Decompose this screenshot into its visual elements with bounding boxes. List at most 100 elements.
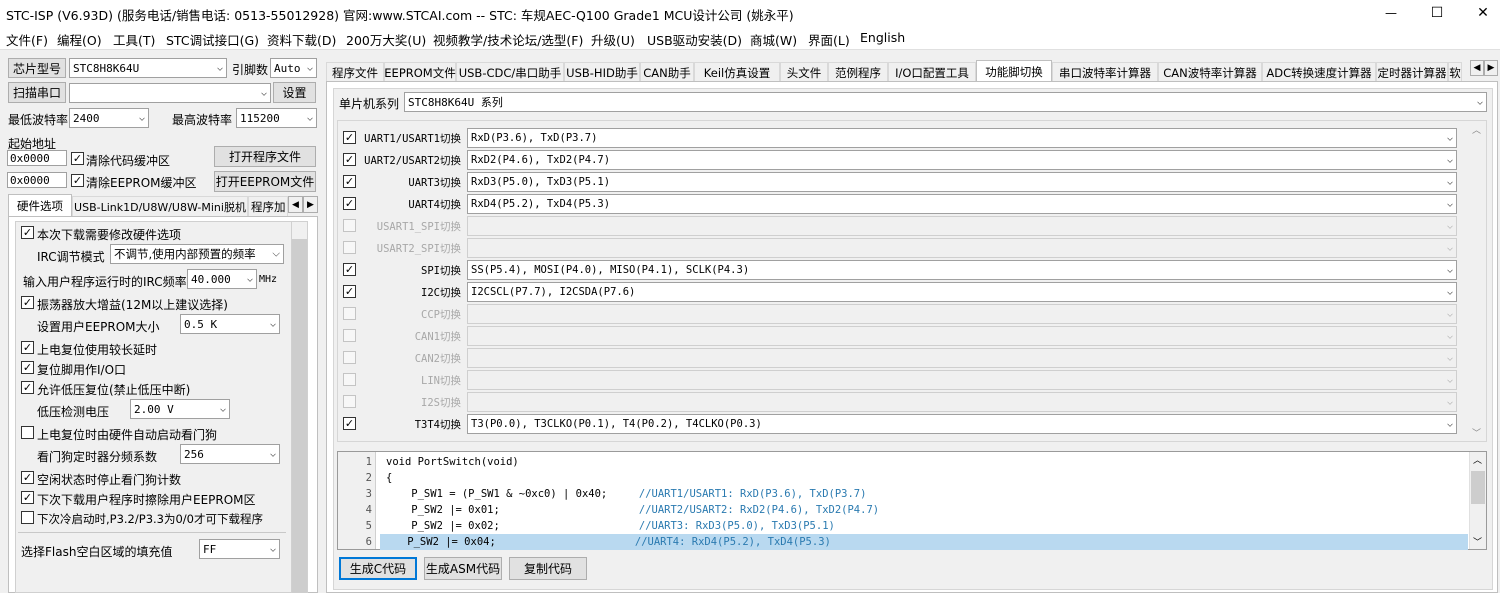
menu-upgrade[interactable]: 升级(U) — [591, 30, 635, 49]
tab-io-config[interactable]: I/O口配置工具 — [888, 62, 976, 81]
chevron-down-icon: ⌵ — [1446, 352, 1453, 364]
menu-file[interactable]: 文件(F) — [6, 30, 48, 49]
tab-program-file[interactable]: 程序文件 — [326, 62, 384, 81]
open-eeprom-button[interactable]: 打开EEPROM文件 — [214, 171, 316, 192]
modify-hw-checkbox[interactable]: ✓ — [21, 226, 34, 239]
wdt-div-select[interactable]: 256 ⌵ — [180, 444, 280, 464]
tab-usb-link[interactable]: USB-Link1D/U8W/U8W-Mini脱机 — [72, 196, 248, 216]
lvd-select[interactable]: 2.00 V ⌵ — [130, 399, 230, 419]
min-baud-select[interactable]: 2400 ⌵ — [69, 108, 149, 128]
scroll-down-icon[interactable]: ﹀ — [1472, 426, 1481, 439]
tab-keil-sim[interactable]: Keil仿真设置 — [694, 62, 780, 81]
tab-scroll-left-icon[interactable]: ◀ — [1470, 60, 1484, 76]
menu-usb-driver[interactable]: USB驱动安装(D) — [647, 30, 742, 49]
eeprom-address-input[interactable]: 0x0000 — [7, 172, 67, 188]
switch-select: ⌵ — [467, 370, 1457, 390]
code-line: 3 P_SW1 = (P_SW1 & ~0xc0) | 0x40; //UART… — [338, 486, 1472, 502]
tab-scroll-right-icon[interactable]: ▶ — [1484, 60, 1498, 76]
chevron-down-icon: ⌵ — [1446, 220, 1453, 232]
tab-scroll-right-icon[interactable]: ▶ — [303, 196, 318, 213]
scan-port-button[interactable]: 扫描串口 — [8, 82, 66, 103]
minimize-button[interactable]: — — [1368, 0, 1414, 26]
tab-can-helper[interactable]: CAN助手 — [640, 62, 694, 81]
switch-select[interactable]: RxD3(P5.0), TxD3(P5.1) ⌵ — [467, 172, 1457, 192]
idle-wdt-checkbox[interactable]: ✓ — [21, 471, 34, 484]
tab-usb-cdc[interactable]: USB-CDC/串口助手 — [456, 62, 564, 81]
menu-program[interactable]: 编程(O) — [57, 30, 102, 49]
switch-select[interactable]: RxD(P3.6), TxD(P3.7) ⌵ — [467, 128, 1457, 148]
osc-gain-checkbox[interactable]: ✓ — [21, 296, 34, 309]
left-tab-strip: 硬件选项 USB-Link1D/U8W/U8W-Mini脱机 程序加 ◀ ▶ — [8, 194, 318, 216]
eeprom-size-value: 0.5 K — [184, 317, 218, 331]
switch-select[interactable]: SS(P5.4), MOSI(P4.0), MISO(P4.1), SCLK(P… — [467, 260, 1457, 280]
switch-value: RxD(P3.6), TxD(P3.7) — [471, 132, 598, 144]
pins-select[interactable]: Auto ⌵ — [270, 58, 317, 78]
tab-adc-calc[interactable]: ADC转换速度计算器 — [1262, 62, 1376, 81]
maximize-button[interactable]: ☐ — [1414, 0, 1460, 26]
generate-asm-button[interactable]: 生成ASM代码 — [424, 557, 502, 580]
scroll-up-icon[interactable]: ︿ — [1472, 123, 1481, 136]
tab-program-add[interactable]: 程序加 — [248, 196, 288, 216]
switch-label: UART2/USART2切换 — [364, 155, 461, 167]
open-program-button[interactable]: 打开程序文件 — [214, 146, 316, 167]
code-scrollbar-thumb[interactable] — [1471, 471, 1485, 504]
erase-eeprom-checkbox[interactable]: ✓ — [21, 491, 34, 504]
menu-prize[interactable]: 200万大奖(U) — [346, 30, 426, 49]
irc-mode-select[interactable]: 不调节,使用内部预置的频率 ⌵ — [110, 244, 284, 264]
hardware-scrollbar-thumb[interactable] — [292, 239, 307, 593]
flash-fill-select[interactable]: FF ⌵ — [199, 539, 280, 559]
cold-boot-checkbox[interactable] — [21, 511, 34, 524]
reset-io-checkbox[interactable]: ✓ — [21, 361, 34, 374]
menu-download[interactable]: 资料下载(D) — [267, 30, 336, 49]
tab-examples[interactable]: 范例程序 — [828, 62, 888, 81]
menu-debug[interactable]: STC调试接口(G) — [166, 30, 259, 49]
irc-freq-input[interactable]: 40.000 ⌵ — [187, 269, 257, 289]
chevron-down-icon: ⌵ — [269, 318, 276, 330]
eeprom-size-select[interactable]: 0.5 K ⌵ — [180, 314, 280, 334]
switch-select[interactable]: RxD2(P4.6), TxD2(P4.7) ⌵ — [467, 150, 1457, 170]
menu-shop[interactable]: 商城(W) — [750, 30, 797, 49]
menu-video[interactable]: 视频教学/技术论坛/选型(F) — [433, 30, 583, 49]
lvr-checkbox[interactable]: ✓ — [21, 381, 34, 394]
series-select[interactable]: STC8H8K64U 系列 ⌵ — [404, 92, 1487, 112]
tab-hardware-options[interactable]: 硬件选项 — [8, 194, 72, 216]
port-select[interactable]: ⌵ — [69, 83, 271, 103]
switch-scrollbar[interactable]: ︿ ﹀ — [1469, 121, 1486, 441]
switch-select[interactable]: T3(P0.0), T3CLKO(P0.1), T4(P0.2), T4CLKO… — [467, 414, 1457, 434]
tab-usb-hid[interactable]: USB-HID助手 — [564, 62, 640, 81]
clear-eeprom-checkbox[interactable]: ✓ — [71, 174, 84, 187]
chip-type-button[interactable]: 芯片型号 — [8, 58, 66, 78]
settings-button[interactable]: 设置 — [273, 82, 316, 103]
tab-scroll-left-icon[interactable]: ◀ — [288, 196, 303, 213]
menu-tools[interactable]: 工具(T) — [113, 30, 155, 49]
code-editor[interactable]: 1 void PortSwitch(void) 2{3 P_SW1 = (P_SW1… — [337, 451, 1487, 550]
code-line: 5 P_SW2 |= 0x02; //UART3: RxD3(P5.0), Tx… — [338, 518, 1472, 534]
code-address-input[interactable]: 0x0000 — [7, 150, 67, 166]
long-delay-checkbox[interactable]: ✓ — [21, 341, 34, 354]
generate-c-button[interactable]: 生成C代码 — [339, 557, 417, 580]
chip-type-select[interactable]: STC8H8K64U ⌵ — [69, 58, 227, 78]
scroll-down-icon[interactable]: ﹀ — [1473, 535, 1482, 548]
scroll-up-icon[interactable]: ︿ — [1473, 453, 1482, 466]
switch-select[interactable]: RxD4(P5.2), TxD4(P5.3) ⌵ — [467, 194, 1457, 214]
tab-eeprom-file[interactable]: EEPROM文件 — [384, 62, 456, 81]
clear-code-checkbox[interactable]: ✓ — [71, 152, 84, 165]
tab-uart-baud-calc[interactable]: 串口波特率计算器 — [1052, 62, 1158, 81]
tab-can-baud-calc[interactable]: CAN波特率计算器 — [1158, 62, 1262, 81]
irc-mode-label: IRC调节模式 — [37, 250, 105, 264]
tab-pin-switch[interactable]: 功能脚切换 — [976, 60, 1052, 81]
menu-interface[interactable]: 界面(L) — [808, 30, 850, 49]
tab-timer-calc[interactable]: 定时器计算器 — [1376, 62, 1448, 81]
switch-select: ⌵ — [467, 348, 1457, 368]
copy-code-button[interactable]: 复制代码 — [509, 557, 587, 580]
wdt-auto-checkbox[interactable] — [21, 426, 34, 439]
max-baud-select[interactable]: 115200 ⌵ — [236, 108, 317, 128]
switch-select[interactable]: I2CSCL(P7.7), I2CSDA(P7.6) ⌵ — [467, 282, 1457, 302]
close-button[interactable]: ✕ — [1460, 0, 1500, 26]
tab-soft[interactable]: 软 — [1448, 62, 1462, 81]
chevron-down-icon: ⌵ — [138, 112, 145, 124]
code-comment: //UART3: RxD3(P5.0), TxD3(P5.1) — [638, 520, 835, 532]
menu-english[interactable]: English — [860, 30, 905, 45]
tab-header-file[interactable]: 头文件 — [780, 62, 828, 81]
code-scrollbar[interactable]: ︿ ﹀ — [1469, 452, 1486, 549]
